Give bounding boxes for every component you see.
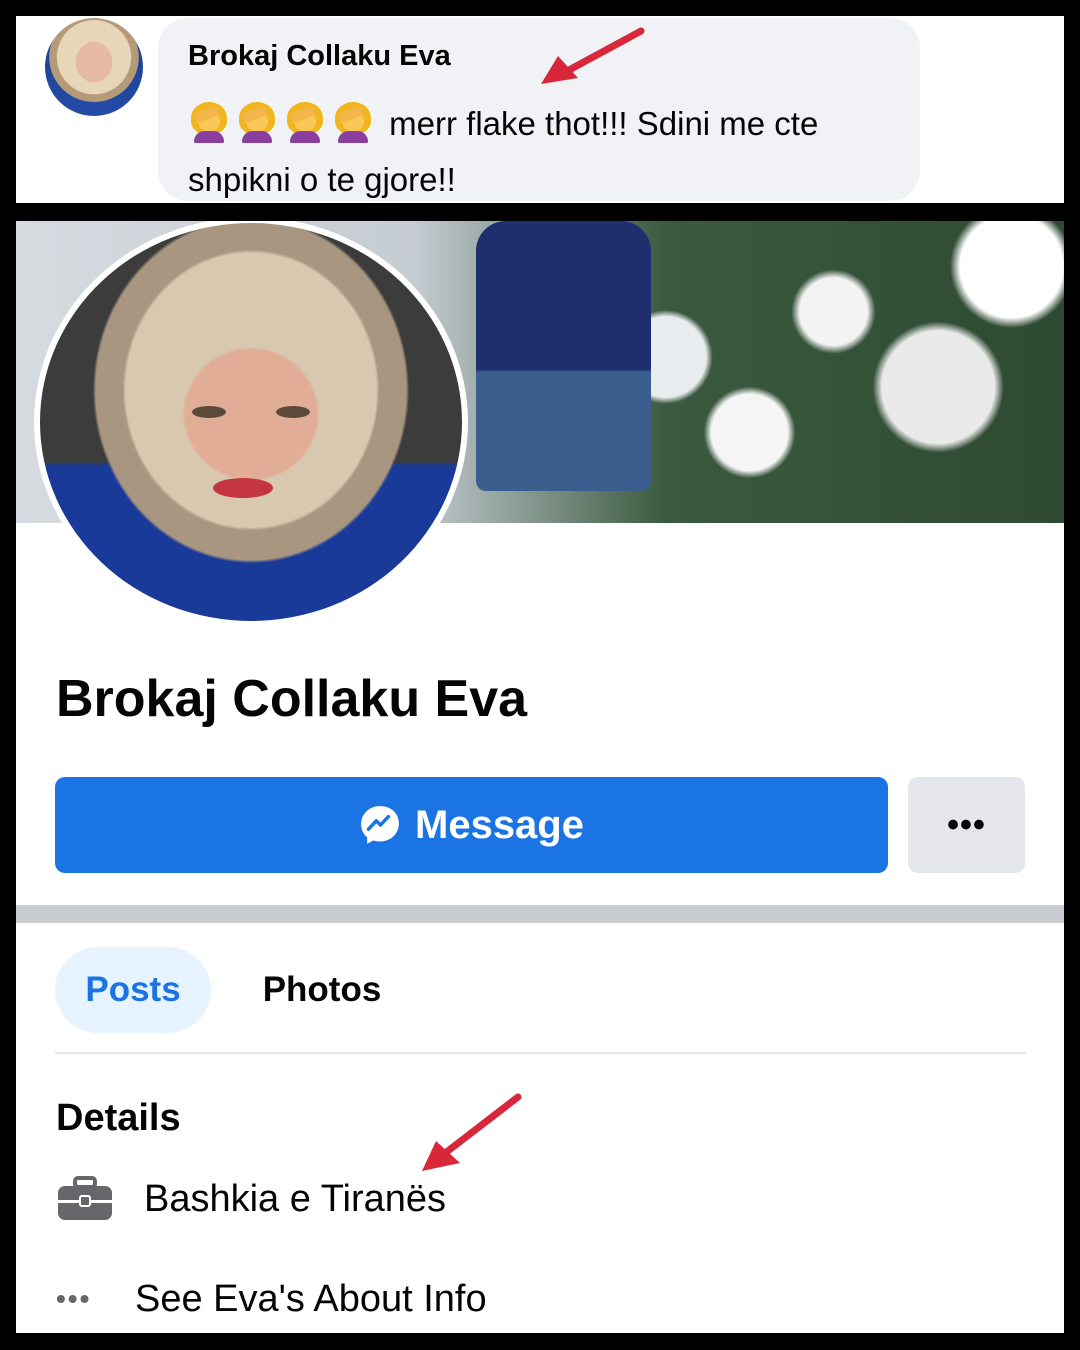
tab-posts[interactable]: Posts — [55, 947, 211, 1033]
profile-panel: Brokaj Collaku Eva Message ••• Posts Pho… — [16, 221, 1064, 1333]
see-about-info-link[interactable]: ••• See Eva's About Info — [56, 1271, 487, 1327]
profile-photo[interactable] — [34, 221, 468, 627]
tab-photos-label: Photos — [262, 970, 382, 1009]
tabs-divider — [55, 1052, 1026, 1054]
more-icon: ••• — [947, 805, 986, 844]
more-dots-icon: ••• — [56, 1283, 92, 1314]
see-about-info-label: See Eva's About Info — [135, 1277, 487, 1320]
tab-photos[interactable]: Photos — [211, 947, 433, 1033]
woman-facepalming-emoji-icon — [236, 101, 278, 143]
woman-facepalming-emoji-icon — [188, 101, 230, 143]
profile-tabs: Posts Photos — [55, 947, 433, 1033]
details-heading: Details — [56, 1097, 181, 1139]
comment-avatar[interactable] — [45, 18, 143, 116]
briefcase-icon — [58, 1176, 112, 1220]
woman-facepalming-emoji-icon — [332, 101, 374, 143]
comment-text: merr flake thot!!! Sdini me cte shpikni … — [188, 105, 819, 198]
woman-facepalming-emoji-icon — [284, 101, 326, 143]
comment-panel: Brokaj Collaku Eva merr flake thot!!! Sd… — [16, 16, 1064, 203]
tab-posts-label: Posts — [85, 970, 181, 1009]
messenger-icon — [361, 806, 399, 844]
section-divider — [16, 905, 1064, 923]
message-button[interactable]: Message — [55, 777, 888, 873]
more-options-button[interactable]: ••• — [908, 777, 1025, 873]
annotation-arrow-icon — [541, 27, 645, 84]
comment-author-name[interactable]: Brokaj Collaku Eva — [188, 40, 451, 73]
comment-body: merr flake thot!!! Sdini me cte shpikni … — [188, 96, 908, 208]
cover-photo-person — [476, 221, 651, 491]
message-button-label: Message — [415, 802, 584, 847]
annotation-arrow-icon — [422, 1093, 522, 1171]
workplace-text: Bashkia e Tiranës — [144, 1177, 447, 1220]
profile-name: Brokaj Collaku Eva — [56, 670, 528, 728]
work-detail-row: Bashkia e Tiranës — [56, 1171, 446, 1227]
